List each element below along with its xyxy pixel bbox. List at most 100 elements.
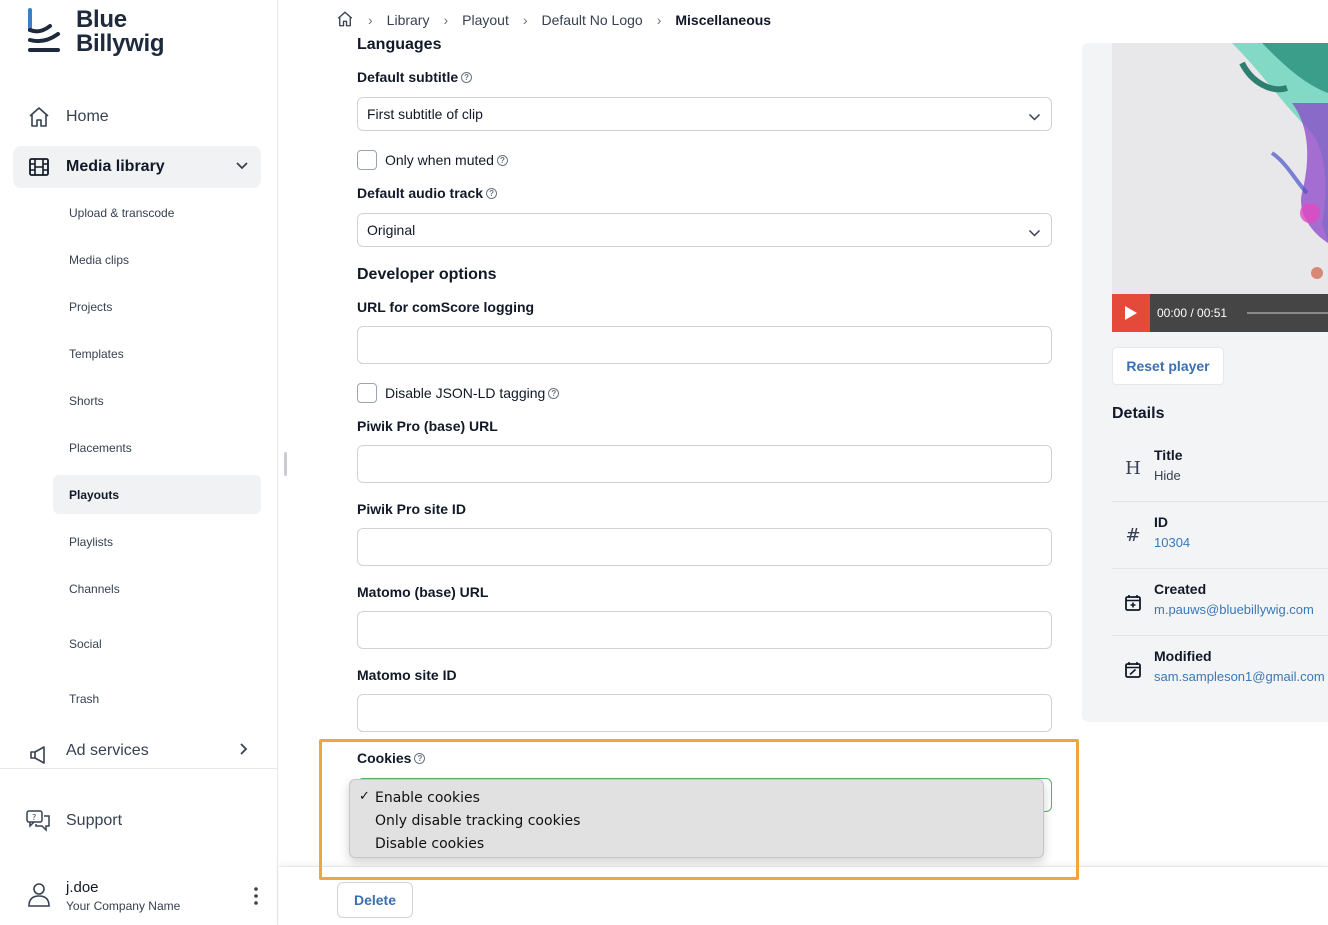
chevron-down-icon — [1028, 109, 1041, 125]
sidebar-item-social[interactable]: Social — [53, 624, 261, 663]
cookie-option-disable[interactable]: Disable cookies — [350, 832, 1043, 855]
logo-line-2: Billywig — [76, 30, 165, 57]
matomo-url-input[interactable] — [357, 611, 1052, 649]
sidebar-item-playouts[interactable]: Playouts — [53, 475, 261, 514]
sidebar-item-projects[interactable]: Projects — [53, 287, 261, 326]
only-when-muted-row: Only when muted ? — [357, 150, 508, 170]
logo-mark-icon — [28, 8, 60, 52]
video-player[interactable]: 00:00 / 00:51 — [1112, 43, 1328, 332]
detail-title-label: Title — [1154, 447, 1183, 463]
sidebar-item-placements[interactable]: Placements — [53, 428, 261, 467]
breadcrumb-library[interactable]: Library — [387, 12, 430, 28]
sidebar-resize-handle[interactable] — [284, 452, 287, 476]
sidebar-item-shorts[interactable]: Shorts — [53, 381, 261, 420]
default-subtitle-label-text: Default subtitle — [357, 69, 459, 85]
support-wrap: ? Support — [13, 800, 261, 842]
detail-id-label: ID — [1154, 514, 1168, 530]
only-when-muted-checkbox[interactable] — [357, 150, 377, 170]
play-button[interactable] — [1112, 294, 1150, 332]
cookie-option-enable-label: Enable cookies — [375, 789, 480, 806]
detail-id: # ID 10304 — [1112, 502, 1328, 569]
sidebar-item-channels[interactable]: Channels — [53, 569, 261, 608]
help-icon[interactable]: ? — [548, 387, 560, 399]
help-icon[interactable]: ? — [414, 752, 426, 764]
comscore-label: URL for comScore logging — [357, 299, 535, 315]
default-audio-select[interactable]: Original — [357, 213, 1052, 247]
disable-jsonld-row: Disable JSON-LD tagging ? — [357, 383, 560, 403]
piwik-url-label: Piwik Pro (base) URL — [357, 418, 498, 434]
nav-support[interactable]: ? Support — [13, 800, 261, 842]
sidebar-item-trash[interactable]: Trash — [53, 679, 261, 718]
disable-jsonld-label: Disable JSON-LD tagging — [385, 385, 546, 401]
default-subtitle-select[interactable]: First subtitle of clip — [357, 97, 1052, 131]
piwik-site-input[interactable] — [357, 528, 1052, 566]
title-icon: H — [1125, 457, 1141, 479]
help-icon[interactable]: ? — [486, 187, 498, 199]
detail-modified: Modified sam.sampleson1@gmail.com — [1112, 636, 1328, 703]
breadcrumb-default-no-logo[interactable]: Default No Logo — [542, 12, 643, 28]
sidebar-item-playlists[interactable]: Playlists — [53, 522, 261, 561]
disable-jsonld-checkbox[interactable] — [357, 383, 377, 403]
piwik-site-label: Piwik Pro site ID — [357, 501, 466, 517]
breadcrumb-home-icon[interactable] — [336, 10, 354, 31]
cookie-option-disable-tracking-label: Only disable tracking cookies — [375, 812, 581, 829]
sidebar: Blue Billywig Home Media library Upload … — [0, 0, 278, 925]
matomo-site-input[interactable] — [357, 694, 1052, 732]
breadcrumb-playout[interactable]: Playout — [462, 12, 509, 28]
detail-modified-value[interactable]: sam.sampleson1@gmail.com — [1154, 669, 1325, 684]
breadcrumb-current: Miscellaneous — [675, 12, 772, 28]
app-root: Blue Billywig Home Media library Upload … — [0, 0, 1328, 925]
checkmark-icon: ✓ — [359, 789, 370, 804]
chevron-right-icon[interactable] — [239, 742, 249, 761]
nav-ad-services[interactable]: Ad services — [13, 736, 261, 766]
video-progress-bar[interactable] — [1247, 312, 1328, 314]
comscore-url-input[interactable] — [357, 326, 1052, 364]
cookie-option-disable-tracking[interactable]: Only disable tracking cookies — [350, 809, 1043, 832]
detail-modified-label: Modified — [1154, 648, 1212, 664]
cookie-option-enable[interactable]: ✓ Enable cookies — [350, 786, 1043, 809]
chevron-right-icon: › — [443, 12, 449, 28]
breadcrumb: › Library › Playout › Default No Logo › … — [336, 10, 772, 31]
user-info: j.doe Your Company Name — [66, 879, 180, 913]
sidebar-item-templates[interactable]: Templates — [53, 334, 261, 373]
default-audio-value: Original — [367, 222, 416, 238]
piwik-url-input[interactable] — [357, 445, 1052, 483]
detail-created: Created m.pauws@bluebillywig.com — [1112, 569, 1328, 636]
chevron-down-icon — [1028, 225, 1041, 241]
sidebar-item-media-clips[interactable]: Media clips — [53, 240, 261, 279]
developer-options-title: Developer options — [357, 266, 497, 283]
nav-home[interactable]: Home — [13, 96, 261, 138]
cookies-label-text: Cookies — [357, 750, 412, 766]
hash-icon: # — [1125, 524, 1141, 546]
logo[interactable]: Blue Billywig — [26, 8, 165, 57]
reset-player-button[interactable]: Reset player — [1112, 347, 1224, 385]
nav-ad-services-wrap: Ad services — [13, 736, 261, 766]
svg-text:?: ? — [32, 813, 36, 822]
calendar-add-icon — [1124, 593, 1142, 611]
main-nav: Home Media library — [13, 96, 261, 188]
user-name: j.doe — [66, 879, 99, 896]
play-icon — [1125, 306, 1137, 320]
detail-created-label: Created — [1154, 581, 1207, 597]
chevron-right-icon: › — [656, 12, 662, 28]
user-profile[interactable]: j.doe Your Company Name — [26, 876, 266, 916]
chevron-down-icon[interactable] — [235, 158, 249, 176]
sidebar-item-upload[interactable]: Upload & transcode — [53, 193, 261, 232]
nav-media-library[interactable]: Media library — [13, 146, 261, 188]
delete-button[interactable]: Delete — [337, 882, 413, 918]
detail-id-value[interactable]: 10304 — [1154, 535, 1190, 550]
more-vertical-icon[interactable] — [246, 887, 266, 905]
detail-created-value[interactable]: m.pauws@bluebillywig.com — [1154, 602, 1314, 617]
media-library-subnav: Upload & transcode Media clips Projects … — [53, 193, 261, 726]
default-subtitle-label: Default subtitle ? — [357, 69, 473, 85]
cookies-dropdown-menu: ✓ Enable cookies Only disable tracking c… — [349, 779, 1044, 858]
help-icon[interactable]: ? — [461, 71, 473, 83]
cookies-label: Cookies ? — [357, 750, 426, 766]
video-time: 00:00 / 00:51 — [1157, 306, 1228, 320]
user-icon — [26, 881, 52, 912]
help-icon[interactable]: ? — [496, 154, 508, 166]
user-company: Your Company Name — [66, 899, 181, 913]
film-icon — [26, 154, 52, 180]
support-chat-icon: ? — [26, 808, 52, 834]
detail-title-value: Hide — [1154, 468, 1181, 483]
